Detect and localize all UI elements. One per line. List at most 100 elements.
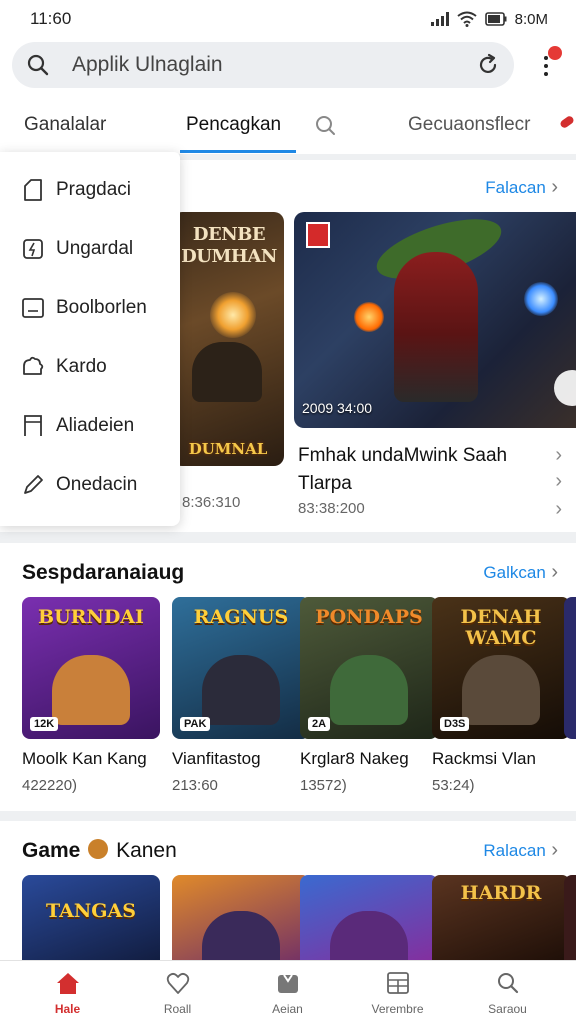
tag-icon [24,178,42,201]
featured-see-all-link[interactable]: Falacan [485,176,558,199]
game-name: Moolk Kan Kang [22,749,147,768]
character-figure [52,655,130,725]
game-meta: 13572) [300,777,347,794]
character-figure [192,342,262,402]
game-card[interactable]: HARDR [432,875,570,971]
signal-icon [430,12,449,26]
thumbnail-title: DENAH WAMC [460,606,542,649]
game-card[interactable]: TANGAS [22,875,160,971]
section2-see-all-link[interactable]: Galkcan [483,561,558,584]
fire-effect [354,302,384,332]
search-icon [497,973,518,994]
menu-item-ungardal[interactable]: Ungardal [0,219,180,278]
app-icon [277,974,298,993]
carousel-next-button[interactable] [554,370,576,406]
game-card-partial[interactable] [564,875,576,971]
main-banner-card[interactable]: 2009 34:00 [294,212,576,428]
section-title: Game Kanen [22,839,177,863]
bottom-navigation: Hale Roall Aeian Verembre Saraou [0,960,576,1024]
main-banner-title[interactable]: Fmhak undaMwink Saah Tlarpa [298,442,538,498]
character-figure [462,655,540,725]
left-banner-card[interactable]: DENBE DUMHAN DUMNAL [172,212,284,466]
game-card-partial[interactable] [564,597,576,739]
menu-item-boolborlen[interactable]: Boolborlen [0,278,180,337]
game-card[interactable]: RAGNUS PAK Vianfitastog 213:60 [172,597,310,794]
game-card[interactable] [172,875,310,971]
game-card[interactable] [300,875,438,971]
game-card[interactable]: DENAH WAMC D3S Rackmsi Vlan 53:24) [432,597,570,794]
hero-figure [394,252,478,402]
magic-effect [524,282,558,316]
section-title: Sespdaranaiaug [22,561,185,584]
nav-item-aeian[interactable]: Aeian [230,961,345,1024]
main-banner-date: 2009 34:00 [302,400,373,416]
pencil-icon [24,474,43,494]
grid-icon [386,972,409,994]
game-thumbnail [172,875,310,971]
game-card[interactable]: PONDAPS 2A Krglar8 Nakeg 13572) [300,597,438,794]
nav-item-roall[interactable]: Roall [120,961,235,1024]
section-title-text: Game [22,839,81,862]
chevron-right-icon[interactable]: › [555,470,562,493]
active-tab-indicator [180,150,296,153]
wifi-icon [457,11,477,27]
book-icon [22,297,44,318]
game-card[interactable]: BURNDAI 12K Moolk Kan Kang 422220) [22,597,160,794]
section-game-kanen: Game Kanen Ralacan TANGAS HARDR [0,821,576,971]
tab-ganalalar[interactable]: Ganalalar [24,114,106,136]
section3-see-all-link[interactable]: Ralacan [483,839,558,862]
home-icon [56,973,79,994]
nav-item-verembre[interactable]: Verembre [340,961,455,1024]
thumbnail-title: HARDR [460,882,542,904]
chevron-right-icon[interactable]: › [555,444,562,467]
thumbnail-tag: 12K [30,717,59,731]
menu-item-kardo[interactable]: Kardo [0,337,180,396]
thumbnail-tag: PAK [180,717,211,731]
lightning-icon [23,238,43,259]
search-input[interactable] [72,53,476,77]
nav-item-saraou[interactable]: Saraou [450,961,565,1024]
game-thumbnail: HARDR [432,875,570,971]
menu-item-onedacin[interactable]: Onedacin [0,455,180,514]
menu-item-label: Boolborlen [56,296,147,318]
search-bar[interactable] [12,42,514,88]
emoji-icon [88,839,109,859]
game-card-row: BURNDAI 12K Moolk Kan Kang 422220) RAGNU… [22,597,576,797]
tab-bar: Ganalalar Pencagkan Gecuaonsflecr [0,100,576,154]
thumbnail-tag: 2A [308,717,331,731]
status-bar: 11:60 8:0M [0,0,576,38]
menu-item-label: Aliadeien [56,414,135,436]
menu-item-pragdaci[interactable]: Pragdaci [0,160,180,219]
heart-icon [166,972,189,994]
menu-item-label: Pragdaci [56,178,131,200]
thumbnail-title: RAGNUS [193,606,289,628]
menu-item-label: Onedacin [56,473,138,495]
tab-pencagkan[interactable]: Pencagkan [186,114,281,136]
left-banner-logo: DUMNAL [188,440,268,458]
nav-item-home[interactable]: Hale [10,961,125,1024]
chevron-right-icon[interactable]: › [555,498,562,521]
game-thumbnail [300,875,438,971]
menu-item-label: Ungardal [56,237,134,259]
status-right-time: 8:0M [514,10,548,28]
menu-item-label: Kardo [56,355,107,377]
left-banner-title: DENBE DUMHAN [181,224,277,267]
game-name: Vianfitastog [172,749,261,768]
battery-icon [484,12,507,26]
tab-search-icon[interactable] [314,114,338,138]
nav-label: Saraou [488,1002,527,1016]
game-meta: 53:24) [432,777,475,794]
status-icons: 8:0M [430,10,548,28]
main-banner-meta: 83:38:200 [298,500,365,517]
category-dropdown-menu: Pragdaci Ungardal Boolborlen Kardo Aliad… [0,152,180,526]
section-title-suffix: Kanen [116,839,177,862]
section-sespdaranaiaug: Sespdaranaiaug Galkcan BURNDAI 12K Moolk… [0,543,576,811]
game-thumbnail: RAGNUS PAK [172,597,310,739]
search-icon [27,54,49,76]
top-header: Ganalalar Pencagkan Gecuaonsflecr [0,38,576,154]
menu-item-aliadeien[interactable]: Aliadeien [0,396,180,455]
refresh-icon[interactable] [476,53,500,77]
red-marker-icon [558,114,576,130]
game-thumbnail: TANGAS [22,875,160,971]
tab-gecuaonsflecr[interactable]: Gecuaonsflecr [408,114,531,136]
